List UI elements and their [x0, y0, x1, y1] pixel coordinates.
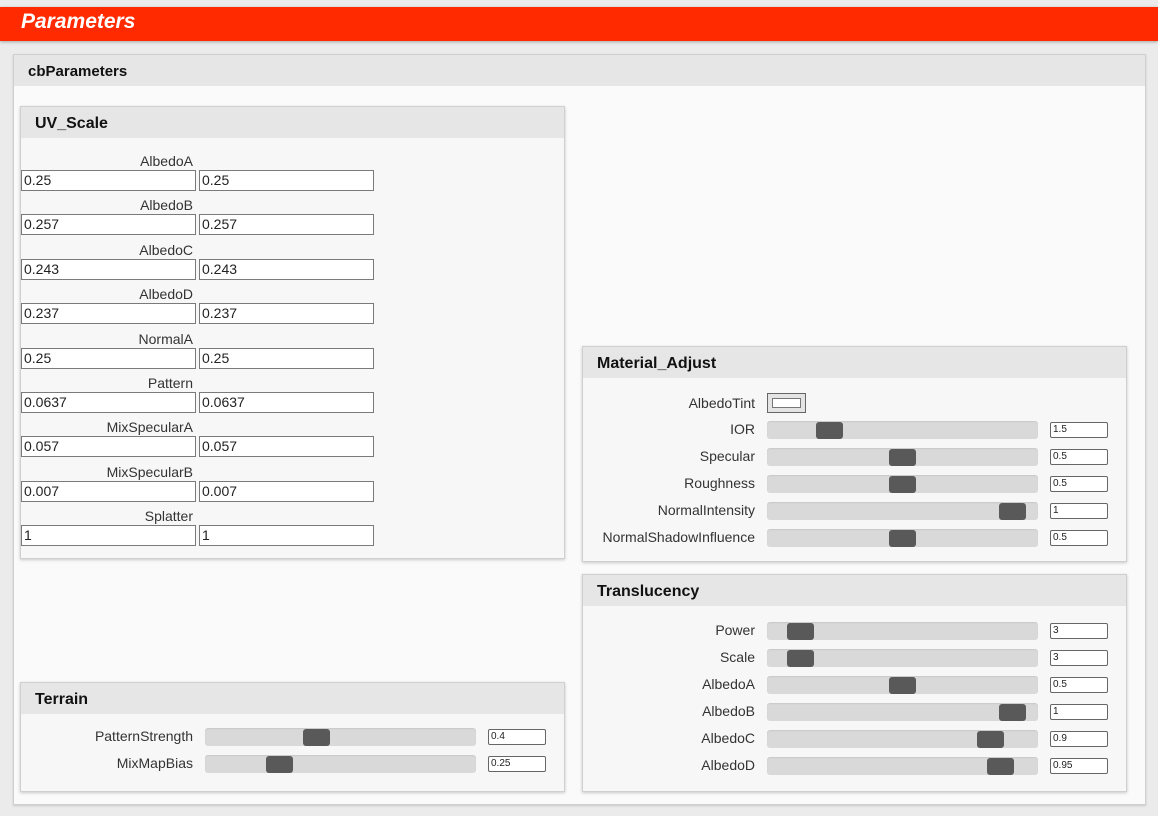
uv-mixspeculara-field-1[interactable]: 0.057 [21, 436, 196, 458]
translucency-slider-albedod-handle[interactable] [986, 758, 1014, 775]
translucency-label-scale: Scale [719, 649, 755, 665]
terrain-value-mixmapbias[interactable]: 0.25 [488, 756, 546, 772]
uv-splatter-field-1[interactable]: 1 [21, 525, 196, 547]
material_adjust-value-specular[interactable]: 0.5 [1050, 449, 1108, 465]
translucency-slider-albedod[interactable] [767, 757, 1038, 775]
albedo-tint-swatch[interactable] [767, 393, 806, 413]
uv-normala-field-1[interactable]: 0.25 [21, 347, 196, 369]
uv-label-albedoc: AlbedoC [139, 241, 193, 258]
terrain-header[interactable]: Terrain [21, 683, 564, 714]
cbparameters-group: cbParameters UV_Scale AlbedoA 0.25 0.25 Alb… [13, 54, 1146, 805]
terrain-title: Terrain [35, 691, 89, 708]
terrain-slider-mixmapbias-handle[interactable] [266, 756, 293, 773]
material-adjust-title: Material_Adjust [597, 355, 717, 372]
translucency-label-albedob: AlbedoB [702, 703, 755, 719]
uv-albedob-field-2[interactable]: 0.257 [199, 214, 374, 236]
terrain-value-patternstrength[interactable]: 0.4 [488, 729, 546, 745]
uv-albedoc-field-1[interactable]: 0.243 [21, 258, 196, 280]
translucency-slider-albedoc[interactable] [767, 730, 1038, 748]
material_adjust-slider-roughness[interactable] [767, 475, 1038, 493]
cbparameters-header[interactable]: cbParameters [14, 55, 1145, 86]
material_adjust-slider-normalshadowinfluence[interactable] [767, 529, 1038, 547]
material_adjust-label-normalshadowinfluence: NormalShadowInfluence [602, 529, 755, 545]
app-header: Parameters [0, 7, 1158, 41]
uv-label-albedoa: AlbedoA [140, 153, 193, 169]
material_adjust-label-specular: Specular [699, 448, 755, 464]
translucency-value-power[interactable]: 3 [1050, 623, 1108, 639]
terrain-slider-patternstrength[interactable] [205, 728, 476, 746]
translucency-slider-albedoa[interactable] [767, 676, 1038, 694]
translucency-slider-power-handle[interactable] [786, 623, 814, 640]
uv-mixspeculara-field-2[interactable]: 0.057 [199, 436, 374, 458]
uv-albedod-field-2[interactable]: 0.237 [199, 303, 374, 325]
uv-label-mixspecularb: MixSpecularB [106, 463, 193, 480]
terrain-panel: Terrain PatternStrength 0.4 MixMapBias 0.25 [20, 682, 565, 792]
terrain-label-patternstrength: PatternStrength [94, 728, 193, 744]
terrain-slider-mixmapbias[interactable] [205, 755, 476, 773]
uv-pattern-field-2[interactable]: 0.0637 [199, 392, 374, 413]
uv-label-pattern: Pattern [147, 375, 193, 391]
uv-label-splatter: Splatter [144, 508, 193, 525]
material_adjust-slider-roughness-handle[interactable] [889, 476, 916, 493]
translucency-slider-albedob-handle[interactable] [998, 704, 1026, 721]
uv-mixspecularb-field-2[interactable]: 0.007 [199, 480, 374, 502]
translucency-value-albedoa[interactable]: 0.5 [1050, 677, 1108, 693]
material_adjust-slider-normalintensity-handle[interactable] [998, 503, 1026, 520]
uv-pattern-field-1[interactable]: 0.0637 [21, 392, 196, 413]
uv-albedob-field-1[interactable]: 0.257 [21, 214, 196, 236]
uv-scale-title: UV_Scale [35, 115, 108, 132]
albedo-tint-color [772, 398, 801, 408]
cbparameters-title: cbParameters [28, 63, 128, 80]
uv-albedoa-field-1[interactable]: 0.25 [21, 170, 196, 191]
translucency-panel: Translucency Power 3 Scale 3 AlbedoA 0.5 Albed… [582, 574, 1127, 792]
uv-label-albedob: AlbedoB [140, 197, 193, 214]
translucency-value-albedod[interactable]: 0.95 [1050, 758, 1108, 774]
translucency-label-albedod: AlbedoD [701, 757, 755, 773]
material_adjust-label-normalintensity: NormalIntensity [657, 502, 755, 518]
translucency-slider-power[interactable] [767, 622, 1038, 640]
uv-splatter-field-2[interactable]: 1 [199, 525, 374, 547]
translucency-value-scale[interactable]: 3 [1050, 650, 1108, 666]
material_adjust-value-ior[interactable]: 1.5 [1050, 422, 1108, 438]
material_adjust-value-normalintensity[interactable]: 1 [1050, 503, 1108, 519]
albedo-tint-label: AlbedoTint [688, 395, 755, 411]
translucency-slider-scale-handle[interactable] [786, 650, 814, 667]
material_adjust-slider-ior-handle[interactable] [815, 422, 843, 439]
material-adjust-panel: Material_Adjust AlbedoTint IOR 1.5 Specula… [582, 346, 1127, 562]
uv-label-albedod: AlbedoD [139, 286, 193, 303]
translucency-value-albedoc[interactable]: 0.9 [1050, 731, 1108, 747]
uv-mixspecularb-field-1[interactable]: 0.007 [21, 480, 196, 502]
uv-scale-header[interactable]: UV_Scale [21, 107, 564, 138]
terrain-label-mixmapbias: MixMapBias [116, 755, 193, 771]
material_adjust-slider-normalintensity[interactable] [767, 502, 1038, 520]
material_adjust-slider-specular-handle[interactable] [889, 449, 916, 466]
terrain-slider-patternstrength-handle[interactable] [302, 729, 330, 746]
translucency-value-albedob[interactable]: 1 [1050, 704, 1108, 720]
uv-normala-field-2[interactable]: 0.25 [199, 347, 374, 369]
uv-label-mixspeculara: MixSpecularA [106, 419, 193, 436]
material-adjust-header[interactable]: Material_Adjust [583, 347, 1126, 378]
material_adjust-slider-specular[interactable] [767, 448, 1038, 466]
translucency-label-power: Power [715, 622, 755, 638]
material_adjust-value-normalshadowinfluence[interactable]: 0.5 [1050, 530, 1108, 546]
uv-label-normala: NormalA [138, 330, 193, 347]
translucency-title: Translucency [597, 583, 700, 600]
uv-albedod-field-1[interactable]: 0.237 [21, 303, 196, 325]
translucency-slider-albedoc-handle[interactable] [976, 731, 1004, 748]
app-title: Parameters [21, 10, 136, 33]
translucency-slider-scale[interactable] [767, 649, 1038, 667]
translucency-header[interactable]: Translucency [583, 575, 1126, 606]
uv-albedoc-field-2[interactable]: 0.243 [199, 258, 374, 280]
material_adjust-label-roughness: Roughness [684, 475, 755, 491]
translucency-slider-albedob[interactable] [767, 703, 1038, 721]
material_adjust-slider-normalshadowinfluence-handle[interactable] [889, 530, 916, 547]
material_adjust-label-ior: IOR [730, 421, 755, 437]
uv-albedoa-field-2[interactable]: 0.25 [199, 170, 374, 191]
translucency-slider-albedoa-handle[interactable] [889, 677, 916, 694]
material_adjust-value-roughness[interactable]: 0.5 [1050, 476, 1108, 492]
translucency-label-albedoc: AlbedoC [701, 730, 755, 746]
material_adjust-slider-ior[interactable] [767, 421, 1038, 439]
uv-scale-panel: UV_Scale AlbedoA 0.25 0.25 AlbedoB 0.257 0.25… [20, 106, 565, 559]
translucency-label-albedoa: AlbedoA [702, 676, 755, 692]
